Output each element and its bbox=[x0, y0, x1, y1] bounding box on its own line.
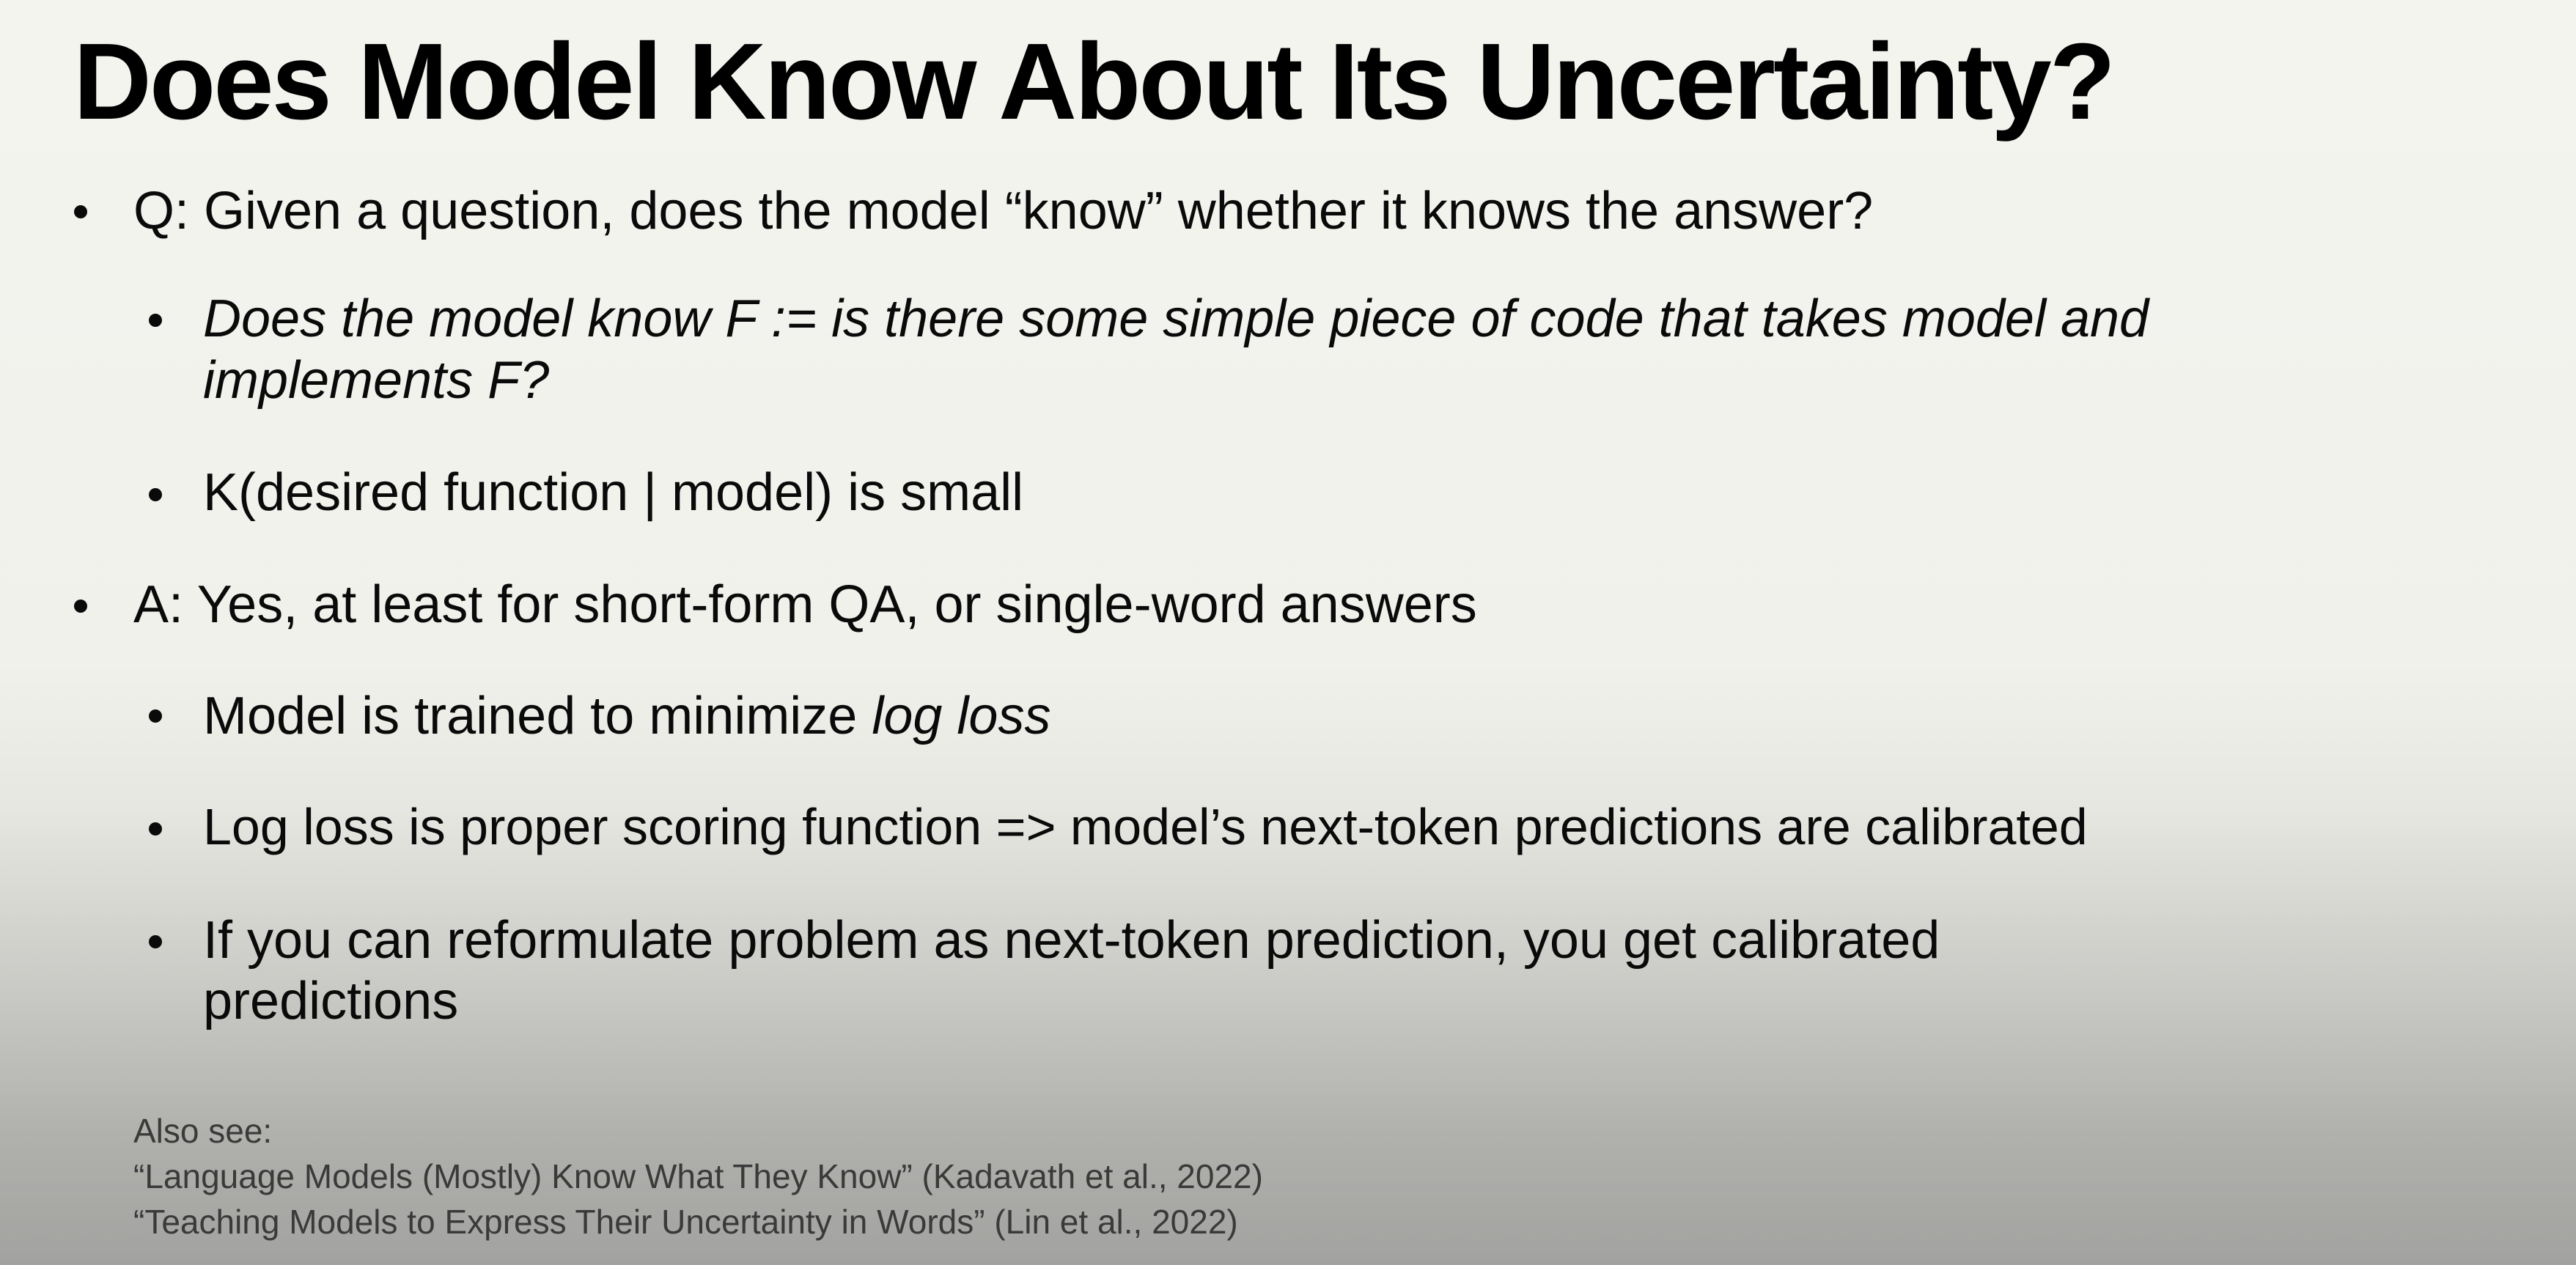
sub-bullet-a3-line2: predictions bbox=[203, 972, 459, 1030]
sub-bullet-a1-text: Model is trained to minimize log loss bbox=[203, 687, 1050, 745]
sub-bullet-a1-emph: log loss bbox=[872, 687, 1051, 745]
references: Also see: “Language Models (Mostly) Know… bbox=[133, 1108, 1263, 1244]
references-heading: Also see: bbox=[133, 1112, 273, 1150]
slide-title: Does Model Know About Its Uncertainty? bbox=[73, 21, 2116, 142]
sub-bullet-dot-q1 bbox=[149, 314, 162, 327]
sub-bullet-q1-line1: Does the model know F := is there some s… bbox=[203, 289, 2149, 348]
sub-bullet-dot-a2 bbox=[149, 822, 162, 836]
sub-bullet-a3-line1: If you can reformulate problem as next-t… bbox=[203, 911, 1940, 970]
slide: Does Model Know About Its Uncertainty? Q… bbox=[0, 0, 2576, 1265]
sub-bullet-a1-prefix: Model is trained to minimize bbox=[203, 687, 872, 745]
bullet-dot-q bbox=[74, 205, 87, 218]
reference-item: “Teaching Models to Express Their Uncert… bbox=[133, 1203, 1238, 1241]
sub-bullet-dot-a1 bbox=[149, 709, 162, 723]
sub-bullet-q1-line2: implements F? bbox=[203, 351, 550, 410]
sub-bullet-dot-a3 bbox=[149, 935, 162, 948]
bullet-q-text: Q: Given a question, does the model “kno… bbox=[133, 182, 1874, 240]
bullet-dot-a bbox=[74, 600, 87, 613]
sub-bullet-dot-q2 bbox=[149, 488, 162, 501]
sub-bullet-q2-text: K(desired function | model) is small bbox=[203, 463, 1024, 522]
sub-bullet-a2-text: Log loss is proper scoring function => m… bbox=[203, 798, 2088, 855]
bullet-a-text: A: Yes, at least for short-form QA, or s… bbox=[133, 575, 1477, 634]
reference-item: “Language Models (Mostly) Know What They… bbox=[133, 1157, 1263, 1195]
